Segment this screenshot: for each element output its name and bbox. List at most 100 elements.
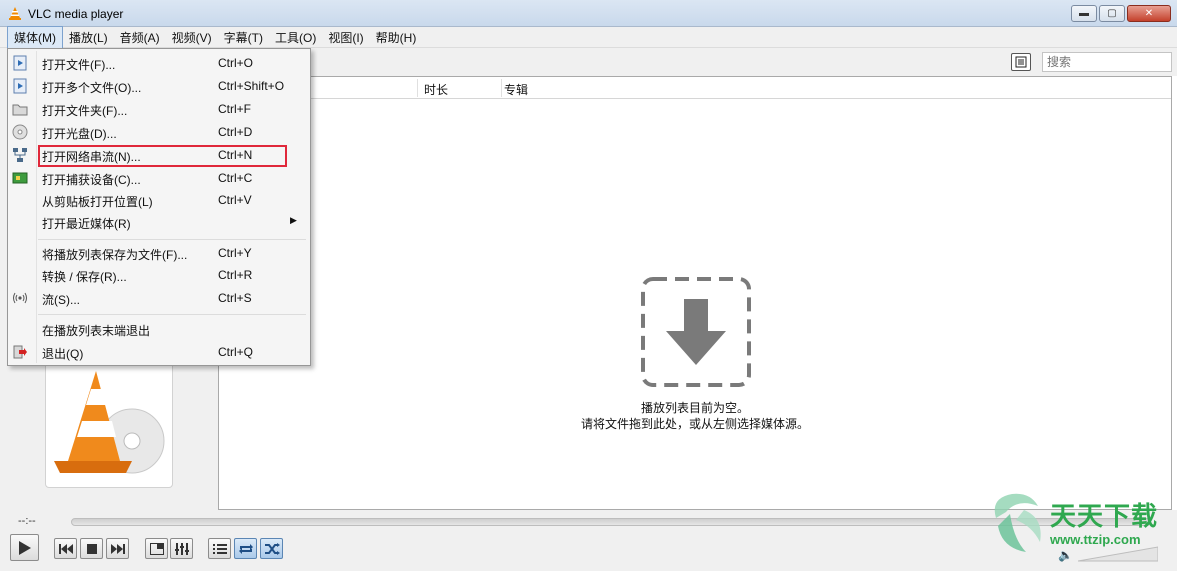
menu-audio[interactable]: 音频(A) [114,27,166,48]
watermark: 天天下载 www.ttzip.com [986,488,1174,558]
playlist-panel[interactable]: 时长 专辑 播放列表目前为空。 请将文件拖到此处，或从左侧选择媒体源。 [218,76,1172,510]
menu-tools[interactable]: 工具(O) [269,27,322,48]
menu-help[interactable]: 帮助(H) [370,27,423,48]
menu-subtitle[interactable]: 字幕(T) [218,27,269,48]
menu-open-folder[interactable]: 打开文件夹(F)... Ctrl+F [8,98,310,120]
menu-playback[interactable]: 播放(L) [63,27,114,48]
playlist-view-button[interactable] [1011,53,1031,71]
menu-media[interactable]: 媒体(M) [7,25,63,49]
elapsed-time: --:-- [18,515,36,527]
menu-open-file[interactable]: 打开文件(F)... Ctrl+O [8,52,310,74]
drop-zone-download-icon [641,277,751,387]
previous-icon [58,543,73,554]
minimize-icon: ▬ [1079,8,1089,19]
window-title: VLC media player [28,7,124,21]
menu-item-shortcut: Ctrl+S [218,291,252,305]
column-album[interactable]: 专辑 [504,81,528,98]
playlist-toggle-button[interactable] [208,538,231,559]
vlc-cone-disc-icon [54,371,165,474]
close-icon: ✕ [1144,8,1154,19]
maximize-icon: ▢ [1107,8,1117,19]
watermark-title: 天天下载 [1050,501,1159,531]
menu-item-shortcut: Ctrl+D [218,125,253,139]
fullscreen-icon [149,542,164,555]
menu-quit-at-end-of-playlist[interactable]: 在播放列表末端退出 [8,318,310,340]
menu-item-shortcut: Ctrl+C [218,171,253,185]
stream-icon [12,290,28,306]
watermark-url: www.ttzip.com [1050,532,1141,547]
play-button[interactable] [10,534,39,561]
search-input[interactable] [1042,52,1172,72]
menu-item-shortcut: Ctrl+O [218,56,254,70]
next-button[interactable] [106,538,129,559]
empty-playlist-message: 播放列表目前为空。 [640,401,749,415]
menu-save-playlist[interactable]: 将播放列表保存为文件(F)... Ctrl+Y [8,242,310,264]
exit-icon [12,344,28,360]
menu-item-label: 在播放列表末端退出 [42,324,151,338]
playlist-icon [212,543,227,554]
list-view-icon [1015,56,1027,68]
shuffle-icon [264,542,280,555]
column-duration[interactable]: 时长 [424,81,448,98]
extended-settings-button[interactable] [170,538,193,559]
menu-open-multiple-files[interactable]: 打开多个文件(O)... Ctrl+Shift+O [8,75,310,97]
menu-item-shortcut: Ctrl+Shift+O [218,79,285,93]
menu-item-label: 转换 / 保存(R)... [42,270,127,284]
menu-item-label: 将播放列表保存为文件(F)... [42,248,188,262]
previous-button[interactable] [54,538,77,559]
menu-item-label: 打开网络串流(N)... [42,150,141,164]
menu-open-capture-device[interactable]: 打开捕获设备(C)... Ctrl+C [8,167,310,189]
menu-quit[interactable]: 退出(Q) Ctrl+Q [8,341,310,363]
menu-item-label: 从剪贴板打开位置(L) [42,195,153,209]
capture-card-icon [12,170,28,186]
maximize-button[interactable]: ▢ [1099,5,1125,22]
menu-item-label: 退出(Q) [42,347,84,361]
title-bar: VLC media player ▬ ▢ ✕ [0,0,1177,27]
menu-item-label: 打开多个文件(O)... [42,81,142,95]
menu-item-label: 打开文件(F)... [42,58,116,72]
fullscreen-button[interactable] [145,538,168,559]
files-play-icon [12,78,28,94]
loop-button[interactable] [234,538,257,559]
stop-button[interactable] [80,538,103,559]
menu-open-recent-media[interactable]: 打开最近媒体(R) ▶ [8,211,310,233]
media-menu-dropdown: 打开文件(F)... Ctrl+O 打开多个文件(O)... Ctrl+Shif… [7,48,311,366]
network-icon [12,147,28,163]
menu-convert-save[interactable]: 转换 / 保存(R)... Ctrl+R [8,264,310,286]
disc-icon [12,124,28,140]
menu-item-shortcut: Ctrl+F [218,102,251,116]
menu-item-shortcut: Ctrl+N [218,148,253,162]
menu-item-label: 打开光盘(D)... [42,127,117,141]
menu-open-network-stream[interactable]: 打开网络串流(N)... Ctrl+N [8,144,310,167]
menu-view[interactable]: 视图(I) [322,27,369,48]
menu-item-shortcut: Ctrl+V [218,193,252,207]
next-icon [110,543,125,554]
menu-item-label: 打开最近媒体(R) [42,217,131,231]
album-art [45,362,173,488]
stop-icon [86,543,97,554]
submenu-arrow-icon: ▶ [290,215,297,225]
playlist-header: 时长 专辑 [219,77,1171,99]
menu-item-shortcut: Ctrl+R [218,268,253,282]
loop-icon [238,543,253,554]
menu-item-shortcut: Ctrl+Y [218,246,252,260]
menu-video[interactable]: 视频(V) [166,27,218,48]
close-button[interactable]: ✕ [1127,5,1171,22]
minimize-button[interactable]: ▬ [1071,5,1097,22]
menu-item-shortcut: Ctrl+Q [218,345,254,359]
file-play-icon [12,55,28,71]
menu-stream[interactable]: 流(S)... Ctrl+S [8,287,310,309]
menu-item-label: 打开捕获设备(C)... [42,173,141,187]
menu-separator [38,314,306,315]
menu-item-label: 流(S)... [42,293,80,307]
menu-open-from-clipboard[interactable]: 从剪贴板打开位置(L) Ctrl+V [8,189,310,211]
column-separator [501,79,502,97]
column-separator [417,79,418,97]
shuffle-button[interactable] [260,538,283,559]
menu-bar: 媒体(M) 播放(L) 音频(A) 视频(V) 字幕(T) 工具(O) 视图(I… [0,25,1177,49]
folder-icon [12,101,28,117]
menu-item-label: 打开文件夹(F)... [42,104,128,118]
watermark-logo-icon [994,493,1041,552]
menu-open-disc[interactable]: 打开光盘(D)... Ctrl+D [8,121,310,143]
menu-separator [38,239,306,240]
